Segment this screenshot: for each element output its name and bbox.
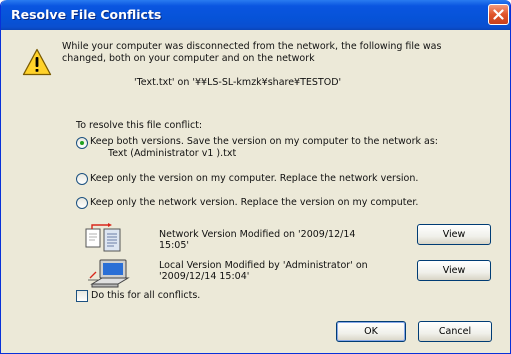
radio-keep-both[interactable] [76, 137, 88, 149]
cancel-button[interactable]: Cancel [418, 321, 492, 342]
network-version-line-1: Network Version Modified on '2009/12/14 [159, 229, 356, 240]
apply-all-checkbox[interactable] [76, 290, 88, 302]
apply-all-label[interactable]: Do this for all conflicts. [91, 290, 200, 301]
window-title: Resolve File Conflicts [11, 7, 162, 22]
network-version-line-2: 15:05' [159, 240, 189, 251]
option-keep-both-label[interactable]: Keep both versions. Save the version on … [90, 136, 438, 147]
network-files-icon [85, 223, 121, 252]
warning-icon [22, 48, 52, 76]
ok-button[interactable]: OK [336, 321, 406, 342]
local-version-line-2: '2009/12/14 15:04' [159, 271, 250, 282]
dialog-body: While your computer was disconnected fro… [4, 30, 507, 350]
computer-icon [88, 259, 130, 288]
radio-keep-network[interactable] [76, 197, 88, 209]
view-local-version-button[interactable]: View [417, 260, 491, 281]
close-button[interactable] [488, 4, 509, 25]
option-keep-network-label[interactable]: Keep only the network version. Replace t… [90, 197, 418, 208]
resolve-heading: To resolve this file conflict: [76, 120, 203, 131]
resolve-conflicts-dialog: Resolve File Conflicts While your comput… [0, 0, 511, 354]
radio-keep-local[interactable] [76, 173, 88, 185]
view-network-version-button[interactable]: View [417, 224, 491, 245]
conflict-file-path: 'Text.txt' on '¥¥LS-SL-kmzk¥share¥TESTOD… [134, 77, 342, 88]
message-line-2: changed, both on your computer and on th… [62, 53, 315, 64]
message-line-1: While your computer was disconnected fro… [62, 41, 442, 52]
local-version-line-1: Local Version Modified by 'Administrator… [159, 260, 368, 271]
option-keep-both-filename: Text (Administrator v1 ).txt [108, 148, 237, 159]
title-bar[interactable]: Resolve File Conflicts [1, 0, 510, 30]
option-keep-local-label[interactable]: Keep only the version on my computer. Re… [90, 173, 418, 184]
close-icon [493, 9, 504, 20]
